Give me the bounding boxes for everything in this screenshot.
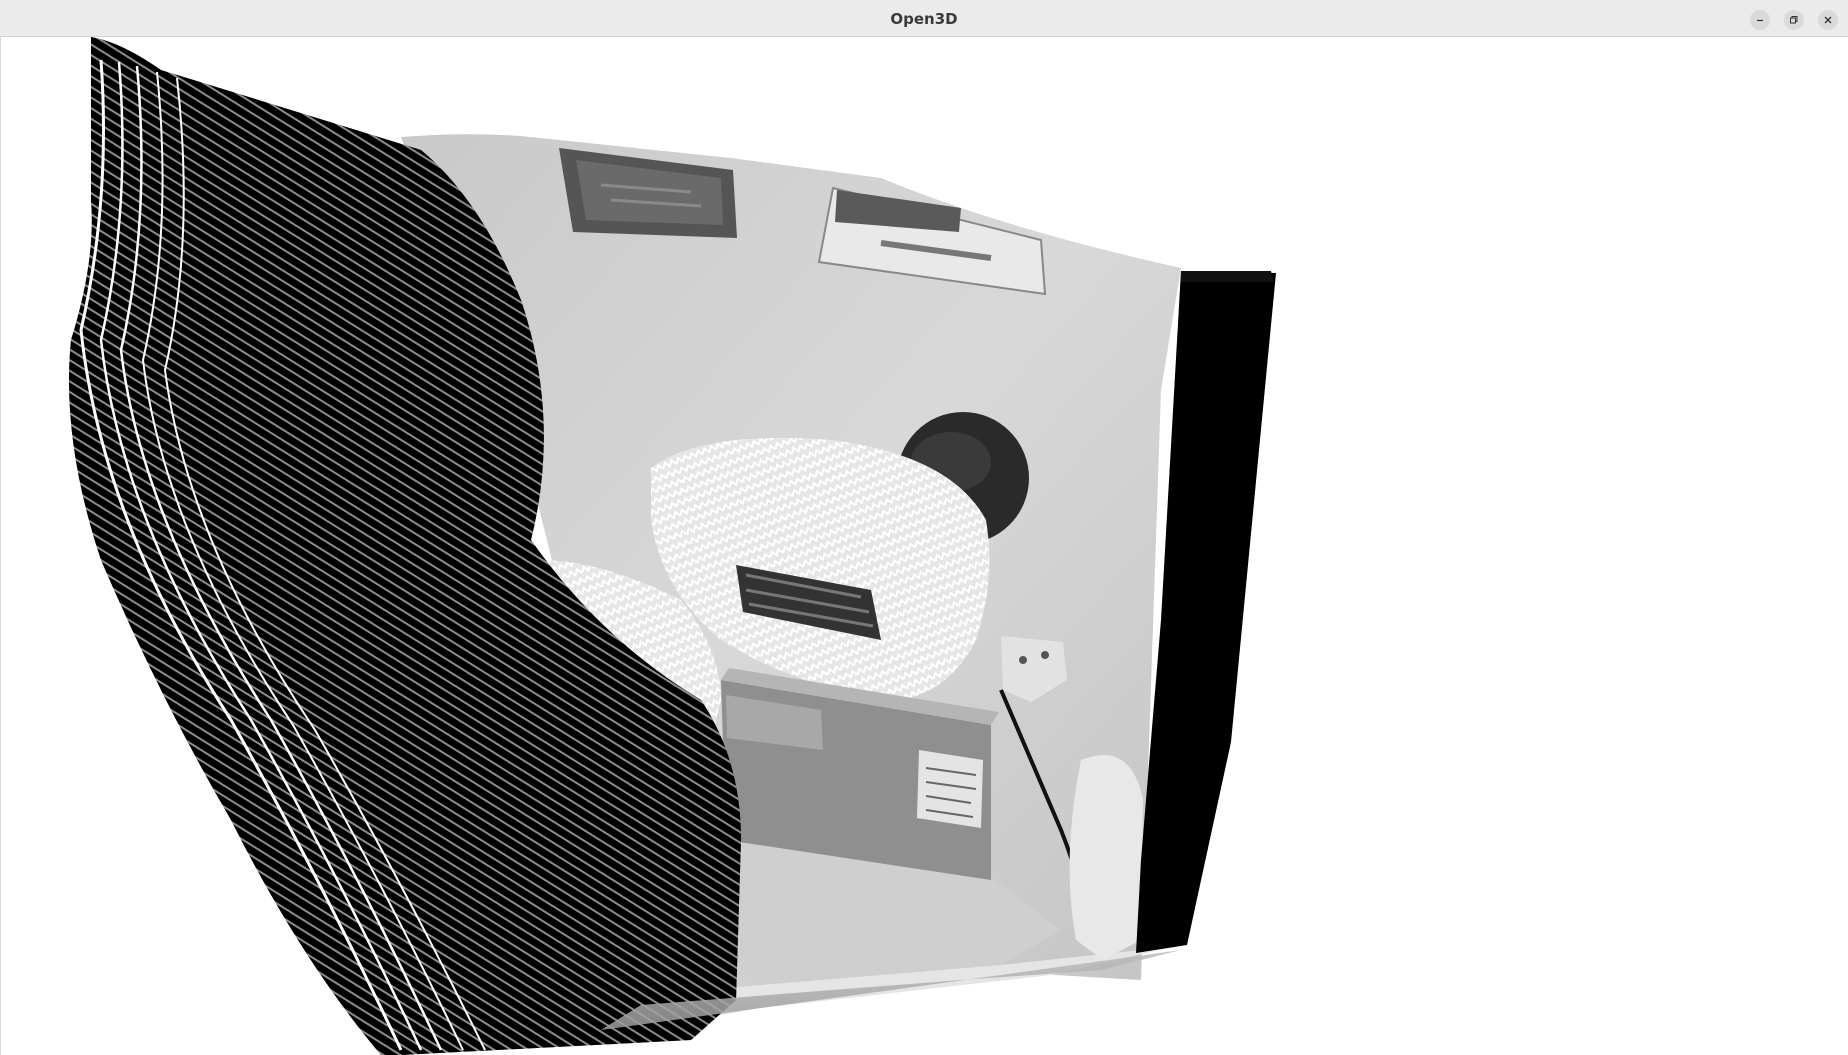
maximize-button[interactable] <box>1784 10 1804 30</box>
restore-icon <box>1789 15 1799 25</box>
app-window: Open3D <box>0 0 1848 1055</box>
title-bar[interactable]: Open3D <box>0 0 1848 37</box>
3d-viewport[interactable] <box>0 37 1848 1055</box>
minimize-button[interactable] <box>1750 10 1770 30</box>
close-button[interactable] <box>1818 10 1838 30</box>
window-title: Open3D <box>890 10 958 28</box>
point-cloud-render <box>69 37 1276 1055</box>
close-icon <box>1823 15 1833 25</box>
minimize-icon <box>1755 15 1765 25</box>
white-chair <box>1069 755 1143 960</box>
